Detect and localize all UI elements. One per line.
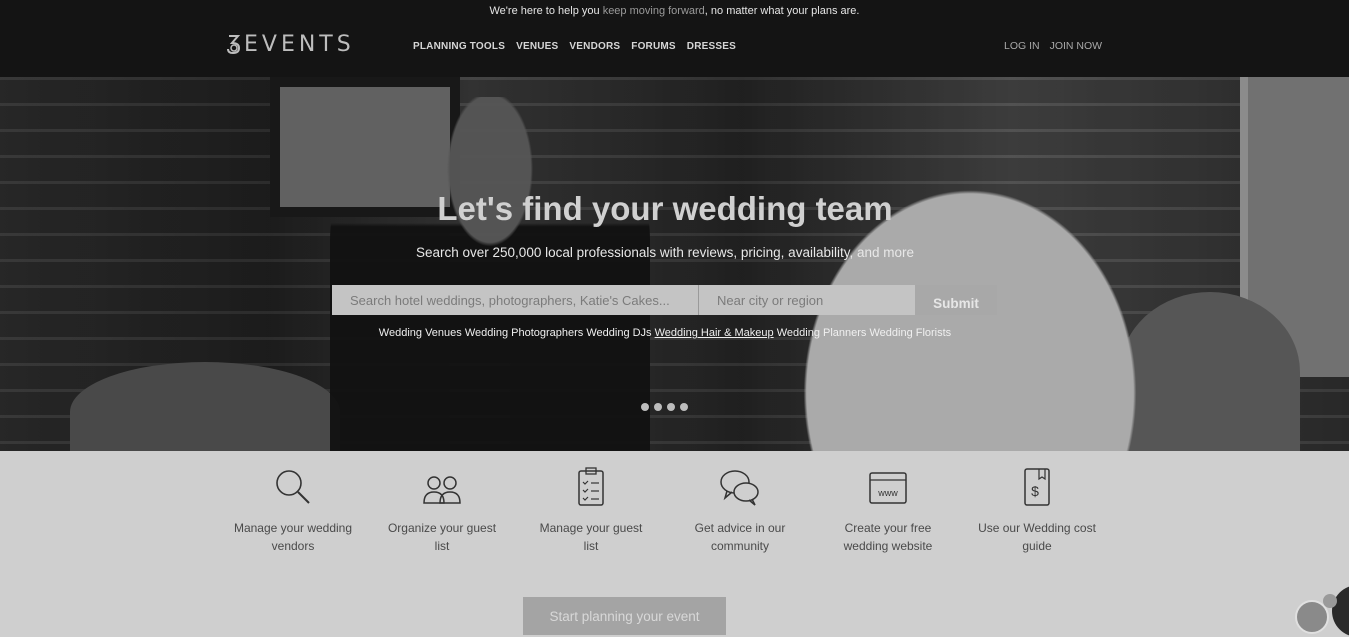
side-drawer-tab[interactable] bbox=[1332, 585, 1349, 637]
website-icon: www bbox=[869, 472, 907, 504]
quick-link-hair-makeup[interactable]: Wedding Hair & Makeup bbox=[655, 327, 774, 339]
feature-label: Manage your wedding vendors bbox=[233, 521, 353, 553]
clipboard-icon bbox=[578, 467, 604, 506]
quick-link-djs[interactable]: Wedding DJs bbox=[586, 327, 651, 339]
site-logo[interactable]: EVENTS bbox=[226, 31, 355, 57]
carousel-dot[interactable] bbox=[641, 403, 649, 411]
submit-button[interactable]: Submit bbox=[915, 285, 997, 315]
carousel-dot[interactable] bbox=[654, 403, 662, 411]
feature-label: Create your free wedding website bbox=[843, 521, 933, 553]
svg-text:$: $ bbox=[1031, 483, 1039, 499]
auth-links: LOG IN JOIN NOW bbox=[1004, 40, 1102, 52]
feature-community-advice[interactable]: Get advice in our community bbox=[680, 465, 800, 555]
feature-label: Organize your guest list bbox=[387, 521, 497, 553]
announcement-banner: We're here to help you keep moving forwa… bbox=[489, 5, 860, 17]
start-planning-button[interactable]: Start planning your event bbox=[523, 597, 726, 635]
banner-highlight-link[interactable]: keep moving forward bbox=[603, 5, 705, 17]
svg-text:www: www bbox=[877, 488, 898, 498]
quick-links: Wedding Venues Wedding Photographers Wed… bbox=[0, 327, 1330, 339]
feature-label: Get advice in our community bbox=[694, 521, 786, 553]
feature-label: Use our Wedding cost guide bbox=[978, 521, 1096, 553]
chat-bubbles-icon bbox=[720, 470, 759, 506]
feature-wedding-website[interactable]: www Create your free wedding website bbox=[828, 465, 948, 555]
location-input[interactable] bbox=[699, 285, 915, 315]
hero-title: Let's find your wedding team bbox=[437, 190, 893, 227]
guests-icon bbox=[423, 476, 461, 504]
logo-text: EVENTS bbox=[244, 31, 355, 57]
quick-link-photographers[interactable]: Wedding Photographers bbox=[465, 327, 583, 339]
vendor-search-form: Submit bbox=[332, 285, 997, 315]
hero-subtitle: Search over 250,000 local professionals … bbox=[416, 245, 914, 260]
nav-forums[interactable]: FORUMS bbox=[631, 41, 676, 52]
vendor-search-input[interactable] bbox=[332, 285, 699, 315]
top-header: We're here to help you keep moving forwa… bbox=[0, 0, 1349, 77]
carousel-dot[interactable] bbox=[667, 403, 675, 411]
quick-link-planners[interactable]: Wedding Planners bbox=[777, 327, 867, 339]
chat-badge-icon[interactable] bbox=[1323, 594, 1337, 608]
join-link[interactable]: JOIN NOW bbox=[1050, 40, 1103, 52]
feature-organize-guests[interactable]: Organize your guest list bbox=[382, 465, 502, 555]
carousel-dots bbox=[641, 403, 688, 411]
feature-manage-vendors[interactable]: Manage your wedding vendors bbox=[233, 465, 353, 555]
cost-guide-icon: $ bbox=[1024, 468, 1050, 506]
magnifier-icon bbox=[276, 470, 310, 504]
quick-link-florists[interactable]: Wedding Florists bbox=[869, 327, 951, 339]
main-nav: PLANNING TOOLS VENUES VENDORS FORUMS DRE… bbox=[413, 41, 736, 52]
nav-vendors[interactable]: VENDORS bbox=[569, 41, 620, 52]
feature-label: Manage your guest list bbox=[539, 521, 643, 553]
quick-link-venues[interactable]: Wedding Venues bbox=[379, 327, 462, 339]
logo-mark-icon bbox=[227, 35, 241, 55]
nav-dresses[interactable]: DRESSES bbox=[687, 41, 736, 52]
login-link[interactable]: LOG IN bbox=[1004, 40, 1040, 52]
feature-cost-guide[interactable]: $ Use our Wedding cost guide bbox=[977, 465, 1097, 555]
nav-planning-tools[interactable]: PLANNING TOOLS bbox=[413, 41, 505, 52]
nav-venues[interactable]: VENUES bbox=[516, 41, 558, 52]
feature-manage-guest-list[interactable]: Manage your guest list bbox=[531, 465, 651, 555]
hero-section: Let's find your wedding team Search over… bbox=[0, 77, 1349, 451]
carousel-dot[interactable] bbox=[680, 403, 688, 411]
hero-overlay bbox=[0, 77, 1349, 451]
